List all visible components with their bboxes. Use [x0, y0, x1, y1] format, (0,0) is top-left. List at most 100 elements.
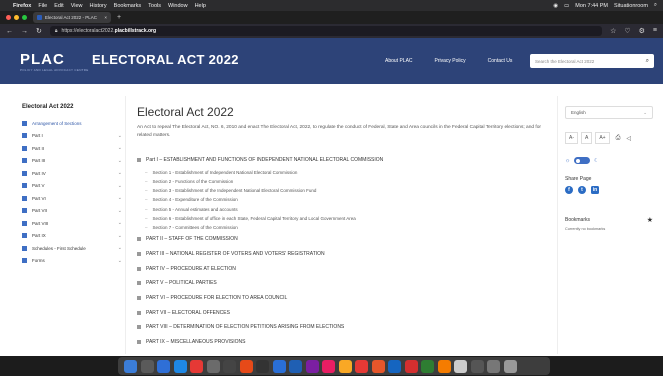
menu-file[interactable]: File: [38, 3, 47, 9]
wifi-icon[interactable]: ◉: [553, 3, 558, 9]
chevron-down-icon[interactable]: ⌄: [118, 245, 122, 251]
menubar-user[interactable]: Situationroom: [614, 3, 648, 9]
dock-app-icon[interactable]: [256, 359, 269, 373]
expand-icon[interactable]: [137, 252, 141, 257]
expand-icon[interactable]: [137, 281, 141, 286]
chevron-down-icon[interactable]: ⌄: [118, 220, 122, 226]
dock-app-icon[interactable]: [454, 359, 467, 373]
minimize-window-button[interactable]: [14, 15, 19, 20]
close-tab-icon[interactable]: ×: [104, 15, 107, 20]
menubar-app-name[interactable]: Firefox: [13, 3, 31, 9]
font-reset-button[interactable]: A: [581, 132, 593, 144]
chevron-down-icon[interactable]: ⌄: [118, 233, 122, 239]
part-heading[interactable]: PART IV – PROCEDURE AT ELECTION: [137, 261, 547, 276]
dock-app-icon[interactable]: [272, 359, 286, 373]
part-heading[interactable]: PART III – NATIONAL REGISTER OF VOTERS A…: [137, 247, 547, 262]
sidebar-item-arrangement[interactable]: Arrangement of Sections: [22, 117, 122, 130]
chevron-down-icon[interactable]: ⌄: [118, 145, 122, 151]
section-link[interactable]: – Section 7 - Committees of the Commissio…: [137, 223, 547, 232]
part-heading[interactable]: PART VIII – DETERMINATION OF ELECTION PE…: [137, 320, 547, 335]
new-tab-button[interactable]: +: [117, 14, 121, 21]
menu-window[interactable]: Window: [168, 3, 188, 9]
collapse-icon[interactable]: [137, 158, 141, 163]
sidebar-item-part-1[interactable]: Part I ⌄: [22, 130, 122, 143]
chevron-down-icon[interactable]: ⌄: [118, 133, 122, 139]
dock-app-icon[interactable]: [223, 359, 236, 373]
part-heading[interactable]: PART VI – PROCEDURE FOR ELECTION TO AREA…: [137, 291, 547, 306]
dock-app-icon[interactable]: [322, 359, 335, 373]
language-select[interactable]: English ⌄: [565, 106, 653, 119]
dock-app-icon[interactable]: [355, 359, 368, 373]
chevron-down-icon[interactable]: ⌄: [118, 170, 122, 176]
sidebar-item-part-9[interactable]: Part IX ⌄: [22, 230, 122, 243]
font-decrease-button[interactable]: A-: [565, 132, 578, 144]
sidebar-item-part-2[interactable]: Part II ⌄: [22, 142, 122, 155]
dock-app-icon[interactable]: [305, 359, 319, 373]
chevron-down-icon[interactable]: ⌄: [118, 258, 122, 264]
dark-mode-toggle[interactable]: [574, 157, 591, 164]
expand-icon[interactable]: [137, 325, 141, 330]
dock-app-icon[interactable]: [206, 359, 220, 373]
sidebar-item-part-6[interactable]: Part VI ⌄: [22, 192, 122, 205]
dock-app-icon[interactable]: [157, 359, 170, 373]
dock-app-icon[interactable]: [487, 359, 500, 373]
section-link[interactable]: – Section 4 - Expenditure of the Commissi…: [137, 195, 547, 204]
dock-app-icon[interactable]: [289, 359, 302, 373]
section-link[interactable]: – Section 3 - Establishment of the Indepe…: [137, 186, 547, 195]
reload-button[interactable]: ↻: [36, 27, 42, 35]
dock-app-icon[interactable]: [437, 359, 451, 373]
url-bar[interactable]: 🔒︎ https://electoralact2022.placbillstra…: [49, 26, 603, 36]
extensions-icon[interactable]: ⚙: [639, 27, 645, 35]
dock-app-icon[interactable]: [190, 359, 203, 373]
menu-history[interactable]: History: [90, 3, 107, 9]
menu-bookmarks[interactable]: Bookmarks: [114, 3, 142, 9]
expand-icon[interactable]: [137, 340, 141, 345]
battery-icon[interactable]: ▭: [564, 3, 569, 9]
menu-help[interactable]: Help: [195, 3, 206, 9]
expand-icon[interactable]: [137, 296, 141, 301]
spotlight-icon[interactable]: ⌕: [654, 2, 657, 9]
plac-logo[interactable]: PLAC: [20, 51, 65, 68]
section-link[interactable]: – Section 2 - Functions of the Commission: [137, 177, 547, 186]
star-icon[interactable]: ★: [647, 216, 653, 224]
dock-app-icon[interactable]: [124, 359, 137, 373]
dock-app-icon[interactable]: [470, 359, 484, 373]
part-heading[interactable]: PART IX – MISCELLANEOUS PROVISIONS: [137, 335, 547, 350]
sidebar-item-part-7[interactable]: Part VII ⌄: [22, 205, 122, 218]
sidebar-item-part-5[interactable]: Part V ⌄: [22, 180, 122, 193]
forward-button[interactable]: →: [21, 28, 28, 35]
search-icon[interactable]: ⌕: [646, 58, 649, 65]
menubar-clock[interactable]: Mon 7:44 PM: [575, 3, 608, 9]
part-heading[interactable]: Part I – ESTABLISHMENT AND FUNCTIONS OF …: [137, 153, 547, 168]
dock-app-icon[interactable]: [404, 359, 418, 373]
sidebar-item-schedules[interactable]: Schedules - First Schedule ⌄: [22, 242, 122, 255]
bookmark-star-icon[interactable]: ☆: [610, 27, 616, 35]
chevron-down-icon[interactable]: ⌄: [118, 158, 122, 164]
speaker-icon[interactable]: ◁: [626, 135, 631, 142]
linkedin-icon[interactable]: in: [591, 186, 599, 194]
nav-privacy[interactable]: Privacy Policy: [435, 58, 466, 64]
menu-icon[interactable]: ≡: [653, 27, 657, 35]
dock-app-icon[interactable]: [388, 359, 401, 373]
menu-tools[interactable]: Tools: [148, 3, 161, 9]
font-increase-button[interactable]: A+: [595, 132, 610, 144]
menu-view[interactable]: View: [71, 3, 83, 9]
dock-app-icon[interactable]: [421, 359, 434, 373]
nav-contact[interactable]: Contact Us: [488, 58, 513, 64]
chevron-down-icon[interactable]: ⌄: [118, 195, 122, 201]
dock-app-icon[interactable]: [173, 359, 187, 373]
twitter-icon[interactable]: t: [578, 186, 586, 194]
expand-icon[interactable]: [137, 237, 141, 242]
part-heading[interactable]: PART II – STAFF OF THE COMMISSION: [137, 232, 547, 247]
search-input[interactable]: Search the Electoral Act 2022 ⌕: [530, 54, 654, 68]
print-icon[interactable]: ⎙: [616, 135, 621, 142]
sidebar-item-part-3[interactable]: Part III ⌄: [22, 155, 122, 168]
dock-app-icon[interactable]: [239, 359, 253, 373]
site-title[interactable]: ELECTORAL ACT 2022: [92, 52, 239, 67]
menu-edit[interactable]: Edit: [54, 3, 63, 9]
dock-app-icon[interactable]: [338, 359, 352, 373]
dock-app-icon[interactable]: [371, 359, 385, 373]
close-window-button[interactable]: [6, 15, 11, 20]
nav-about[interactable]: About PLAC: [385, 58, 413, 64]
part-heading[interactable]: PART V – POLITICAL PARTIES: [137, 276, 547, 291]
